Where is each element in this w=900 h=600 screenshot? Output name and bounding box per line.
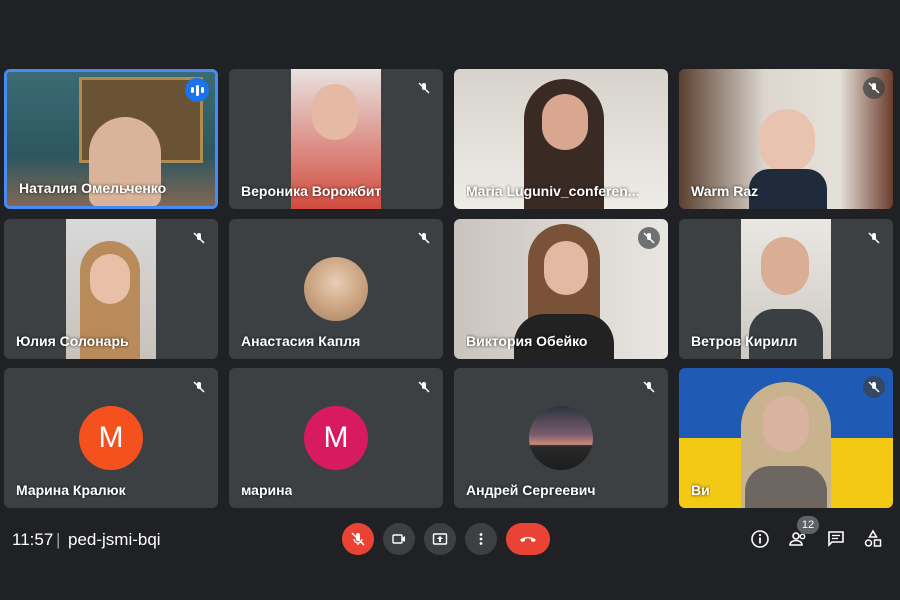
participant-grid: Наталия Омельченко Вероника Ворожбит Mar…: [0, 0, 900, 510]
participant-tile[interactable]: Ветров Кирилл: [679, 219, 893, 359]
mic-off-icon: [863, 227, 885, 249]
mic-off-icon: [863, 77, 885, 99]
participant-tile[interactable]: Юлия Солонарь: [4, 219, 218, 359]
more-options-button[interactable]: [465, 523, 497, 555]
mic-off-icon: [413, 227, 435, 249]
participant-name: Андрей Сергеевич: [466, 482, 596, 498]
present-screen-icon: [432, 533, 448, 545]
mic-off-icon: [413, 77, 435, 99]
chat-button[interactable]: [824, 527, 848, 551]
avatar: М: [79, 406, 143, 470]
participant-tile[interactable]: Анастасия Капля: [229, 219, 443, 359]
end-call-icon: [520, 537, 536, 542]
participant-face: [90, 254, 130, 304]
participant-name: Анастасия Капля: [241, 333, 361, 349]
participant-name: Warm Raz: [691, 183, 759, 199]
avatar: М: [304, 406, 368, 470]
participant-tile[interactable]: Наталия Омельченко: [4, 69, 218, 209]
participant-face: [761, 237, 809, 295]
participant-tile[interactable]: Warm Raz: [679, 69, 893, 209]
mic-off-icon: [638, 376, 660, 398]
mic-off-icon: [351, 532, 365, 546]
participant-name: Марина Кралюк: [16, 482, 126, 498]
participant-tile[interactable]: Вероника Ворожбит: [229, 69, 443, 209]
participant-face: [542, 94, 588, 150]
participant-tile[interactable]: М марина: [229, 368, 443, 508]
participant-name: Виктория Обейко: [466, 333, 588, 349]
participant-face: [544, 241, 588, 295]
mic-off-icon: [413, 376, 435, 398]
activities-button[interactable]: [861, 527, 885, 551]
meeting-details-button[interactable]: [748, 527, 772, 551]
activities-icon: [864, 529, 882, 547]
participant-name: Ви: [691, 482, 710, 498]
participant-tile[interactable]: Виктория Обейко: [454, 219, 668, 359]
participant-tile[interactable]: Maria Luguniv_conferen...: [454, 69, 668, 209]
mic-off-icon: [188, 227, 210, 249]
present-screen-button[interactable]: [424, 523, 456, 555]
meeting-time: 11:57: [12, 530, 54, 549]
participant-name: Юлия Солонарь: [16, 333, 129, 349]
camera-icon: [392, 534, 405, 544]
speaking-indicator-icon: [185, 78, 209, 102]
mic-off-icon: [188, 376, 210, 398]
info-icon: [751, 530, 769, 548]
participants-count-badge: 12: [797, 516, 819, 534]
participant-name: Наталия Омельченко: [19, 180, 167, 196]
mic-toggle-button[interactable]: [342, 523, 374, 555]
participant-name: Вероника Ворожбит: [241, 183, 382, 199]
participant-shirt: [745, 466, 827, 508]
participant-shirt: [749, 169, 827, 209]
participant-tile[interactable]: Андрей Сергеевич: [454, 368, 668, 508]
participant-name: марина: [241, 482, 293, 498]
end-call-button[interactable]: [506, 523, 550, 555]
participant-tile[interactable]: Ви: [679, 368, 893, 508]
meeting-code: ped-jsmi-bqi: [68, 530, 161, 549]
avatar: [304, 257, 368, 321]
participant-name: Maria Luguniv_conferen...: [466, 183, 640, 199]
chat-icon: [828, 531, 844, 547]
mic-off-icon: [638, 227, 660, 249]
participant-face: [312, 84, 358, 140]
participant-name: Ветров Кирилл: [691, 333, 798, 349]
mic-off-icon: [863, 376, 885, 398]
more-options-icon: [479, 533, 483, 545]
participant-tile[interactable]: М Марина Кралюк: [4, 368, 218, 508]
meeting-toolbar: 11:57 | ped-jsmi-bqi 12: [0, 510, 900, 600]
participant-face: [759, 109, 815, 173]
participant-face: [763, 396, 809, 452]
avatar: [529, 406, 593, 470]
camera-toggle-button[interactable]: [383, 523, 415, 555]
divider: |: [56, 530, 61, 549]
